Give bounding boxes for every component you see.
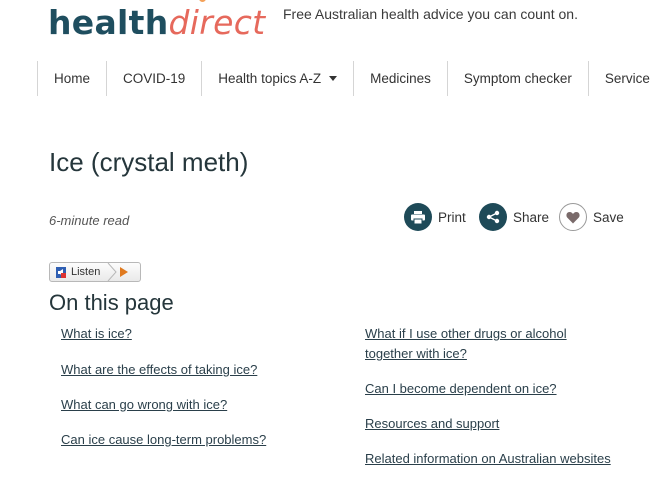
share-icon [479, 203, 507, 231]
logo-dots-icon [187, 0, 227, 6]
toc-link-effects[interactable]: What are the effects of taking ice? [61, 360, 257, 380]
save-label: Save [593, 209, 624, 225]
caret-down-icon [329, 76, 338, 81]
nav-item-service-finder[interactable]: Service fir [587, 61, 650, 96]
print-label: Print [438, 209, 466, 225]
share-label: Share [513, 209, 550, 225]
toc-link-long-term-problems[interactable]: Can ice cause long-term problems? [61, 430, 266, 450]
nav-item-health-topics[interactable]: Health topics A-Z [201, 61, 353, 96]
logo-health-text: health [48, 3, 169, 42]
divider-chevron [107, 263, 118, 281]
toc-link-resources[interactable]: Resources and support [365, 414, 499, 434]
toc-link-what-can-go-wrong[interactable]: What can go wrong with ice? [61, 395, 227, 415]
toc-link-related-info[interactable]: Related information on Australian websit… [365, 449, 611, 469]
site-tagline: Free Australian health advice you can co… [283, 6, 578, 22]
nav-item-medicines[interactable]: Medicines [353, 61, 447, 96]
toc-link-other-drugs-line2[interactable]: together with ice? [365, 344, 467, 364]
toc-link-other-drugs-line1[interactable]: What if I use other drugs or alcohol [365, 324, 567, 344]
logo-direct-text: direct [168, 3, 266, 42]
nav-item-covid-19[interactable]: COVID-19 [106, 61, 201, 96]
toc-link-what-is-ice[interactable]: What is ice? [61, 324, 132, 344]
page-title: Ice (crystal meth) [49, 147, 249, 177]
main-navigation: Home COVID-19 Health topics A-Z Medicine… [37, 61, 650, 96]
save-button[interactable]: Save [559, 203, 624, 231]
heart-icon [559, 203, 587, 231]
nav-item-home[interactable]: Home [37, 61, 106, 96]
on-this-page-heading: On this page [49, 290, 174, 315]
listen-label: Listen [71, 266, 101, 278]
toc-link-dependent[interactable]: Can I become dependent on ice? [365, 379, 557, 399]
share-button[interactable]: Share [479, 203, 549, 231]
nav-item-health-topics-label: Health topics A-Z [218, 71, 322, 86]
healthdirect-logo[interactable]: healthdirect [48, 3, 265, 43]
speaker-icon [56, 266, 66, 278]
listen-button[interactable]: Listen [49, 262, 141, 282]
read-time: 6-minute read [49, 213, 130, 228]
printer-icon [404, 203, 432, 231]
nav-item-symptom-checker[interactable]: Symptom checker [446, 61, 588, 96]
print-button[interactable]: Print [404, 203, 466, 231]
play-icon [120, 267, 129, 277]
